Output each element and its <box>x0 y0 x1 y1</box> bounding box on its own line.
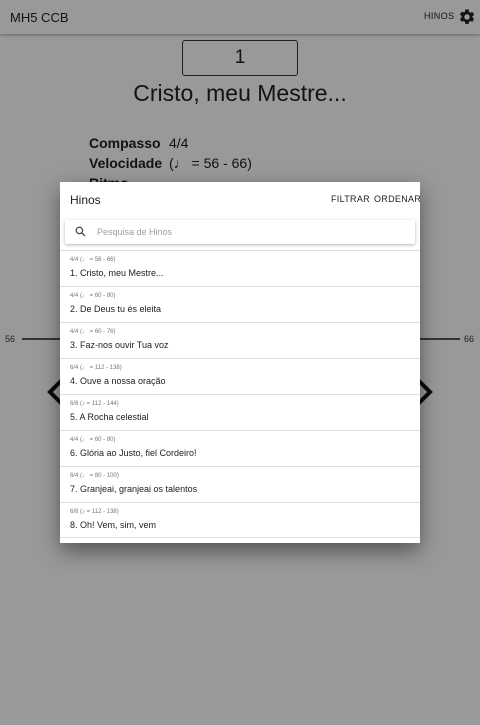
search-bar <box>65 220 415 244</box>
item-title: 6. Glória ao Justo, fiel Cordeiro! <box>70 448 197 458</box>
sort-button[interactable]: ORDENAR <box>374 194 420 204</box>
list-item[interactable]: 4/4 (♩ = 60 - 76) 3. Faz-nos ouvir Tua v… <box>60 322 420 358</box>
search-icon <box>75 226 86 237</box>
item-meta: 6/4 (♩ = 112 - 138) <box>70 365 122 371</box>
dialog-title: Hinos <box>70 193 101 207</box>
list-item[interactable]: 4/4 (♩ = 60 - 80) 2. De Deus tu és eleit… <box>60 286 420 322</box>
list-item[interactable]: 6/8 (♪ = 112 - 138) 8. Oh! Vem, sim, vem <box>60 502 420 538</box>
list-item[interactable]: 6/4 (♩ = 80 - 100) 7. Granjeai, granjeai… <box>60 466 420 502</box>
item-meta: 4/4 (♩ = 56 - 66) <box>70 257 116 263</box>
item-title: 8. Oh! Vem, sim, vem <box>70 520 157 530</box>
list-item[interactable]: 6/4 (♩ = 112 - 138) 4. Ouve a nossa oraç… <box>60 358 420 394</box>
list-item[interactable]: 6/8 (♪ = 112 - 144) 5. A Rocha celestial <box>60 394 420 430</box>
filter-button[interactable]: FILTRAR <box>331 194 370 204</box>
search-input[interactable] <box>97 224 397 240</box>
hymn-list-dialog: Hinos FILTRAR ORDENAR 4/4 (♩ = 56 - 66) … <box>60 182 420 543</box>
item-meta: 6/8 (♪ = 112 - 138) <box>70 509 119 515</box>
item-title: 7. Granjeai, granjeai os talentos <box>70 484 198 494</box>
list-item[interactable]: 4/4 (♩ = 56 - 66) 1. Cristo, meu Mestre.… <box>60 250 420 286</box>
item-meta: 4/4 (♩ = 60 - 80) <box>70 293 116 299</box>
item-title: 5. A Rocha celestial <box>70 412 149 422</box>
item-title: 2. De Deus tu és eleita <box>70 304 162 314</box>
item-meta: 4/4 (♩ = 60 - 76) <box>70 329 116 335</box>
item-title: 4. Ouve a nossa oração <box>70 376 166 386</box>
item-meta: 4/4 (♩ = 60 - 80) <box>70 437 116 443</box>
item-meta: 6/4 (♩ = 80 - 100) <box>70 473 119 479</box>
hymn-list: 4/4 (♩ = 56 - 66) 1. Cristo, meu Mestre.… <box>60 250 420 538</box>
item-title: 3. Faz-nos ouvir Tua voz <box>70 340 169 350</box>
item-title: 1. Cristo, meu Mestre... <box>70 268 164 278</box>
item-meta: 6/8 (♪ = 112 - 144) <box>70 401 119 407</box>
list-item[interactable]: 4/4 (♩ = 60 - 80) 6. Glória ao Justo, fi… <box>60 430 420 466</box>
